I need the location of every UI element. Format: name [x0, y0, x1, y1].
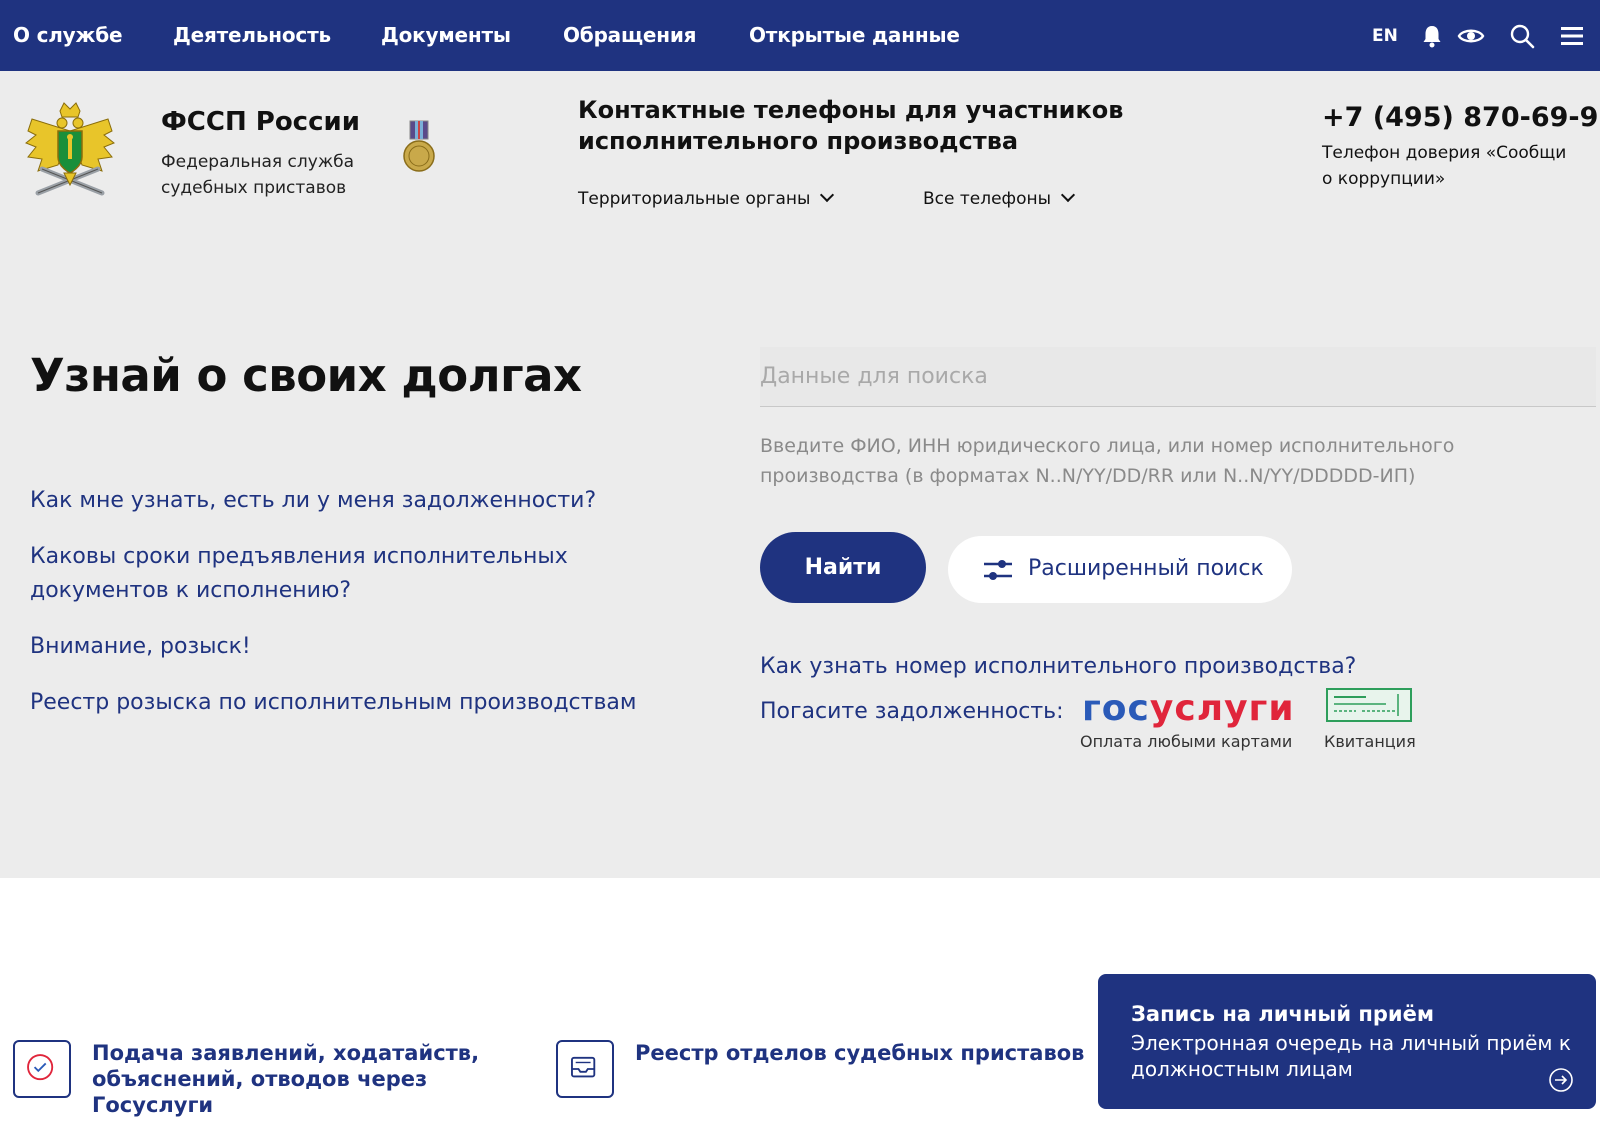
hotline-phone[interactable]: +7 (495) 870-69-96: [1322, 102, 1600, 133]
nav-item-documents[interactable]: Документы: [381, 22, 511, 48]
fssp-emblem-icon[interactable]: [22, 101, 118, 203]
receipt-icon: [1326, 688, 1412, 722]
chevron-down-icon: [1060, 187, 1076, 203]
search-hint: Введите ФИО, ИНН юридического лица, или …: [760, 435, 1455, 487]
gosuslugi-petitions-icon: [13, 1040, 71, 1098]
gosuslugi-logo: госуслуги: [1082, 688, 1295, 729]
chevron-down-icon: [820, 187, 835, 203]
receipt-payment-link[interactable]: Квитанция: [1324, 688, 1424, 770]
appointment-title: Запись на личный приём: [1131, 1002, 1435, 1026]
territorial-bodies-dropdown[interactable]: Территориальные органы: [578, 187, 835, 209]
debt-search-section: Узнай о своих долгах Как мне узнать, ест…: [0, 241, 1600, 878]
page-title: Узнай о своих долгах: [30, 349, 582, 402]
org-name[interactable]: ФССП России: [161, 107, 360, 137]
nav-item-activity[interactable]: Деятельность: [173, 22, 331, 48]
medal-icon: [403, 120, 435, 172]
advanced-search-label: Расширенный поиск: [1028, 556, 1264, 581]
arrow-right-circle-icon: [1549, 1068, 1573, 1092]
find-button[interactable]: Найти: [760, 532, 926, 603]
org-subtitle: Федеральная служба судебных приставов: [161, 152, 355, 198]
search-icon[interactable]: [1508, 22, 1536, 50]
territorial-bodies-label: Территориальные органы: [578, 189, 811, 209]
site-header: ФССП России Федеральная служба судебных …: [0, 71, 1600, 241]
bailiff-departments-registry-label: Реестр отделов судебных приставов: [635, 1041, 1085, 1065]
inbox-icon: [556, 1040, 614, 1098]
eye-icon[interactable]: [1457, 22, 1485, 50]
appointment-description: Электронная очередь на личный приём к до…: [1131, 1031, 1571, 1081]
search-input[interactable]: [760, 347, 1596, 407]
receipt-caption: Квитанция: [1324, 732, 1416, 751]
gosuslugi-petitions-label: Подача заявлений, ходатайств, объяснений…: [92, 1041, 480, 1117]
nav-item-appeals[interactable]: Обращения: [563, 22, 697, 48]
contact-phones-title[interactable]: Контактные телефоны для участников испол…: [578, 95, 1138, 157]
faq-link-wanted[interactable]: Внимание, розыск!: [30, 630, 670, 664]
how-to-find-number-link[interactable]: Как узнать номер исполнительного произво…: [760, 654, 1356, 679]
advanced-search-button[interactable]: Расширенный поиск: [948, 536, 1292, 603]
gosuslugi-payment-link[interactable]: госуслуги Оплата любыми картами: [1080, 688, 1294, 770]
gosuslugi-caption: Оплата любыми картами: [1080, 732, 1293, 751]
pay-debt-label: Погасите задолженность:: [760, 699, 1064, 724]
nav-item-open-data[interactable]: Открытые данные: [749, 22, 960, 48]
language-switch[interactable]: EN: [1372, 26, 1398, 46]
all-phones-label: Все телефоны: [923, 189, 1052, 209]
top-navigation: О службе Деятельность Документы Обращени…: [0, 0, 1600, 71]
appointment-card[interactable]: Запись на личный приём Электронная очере…: [1098, 974, 1596, 1109]
menu-icon[interactable]: [1558, 22, 1586, 50]
all-phones-dropdown[interactable]: Все телефоны: [923, 187, 1076, 209]
filter-sliders-icon: [984, 560, 1012, 580]
nav-item-about[interactable]: О службе: [13, 22, 123, 48]
faq-link-wanted-registry[interactable]: Реестр розыска по исполнительным произво…: [30, 686, 670, 720]
faq-link-deadlines[interactable]: Каковы сроки предъявления исполнительных…: [30, 540, 590, 608]
bell-icon[interactable]: [1418, 22, 1446, 50]
faq-link-check-debts[interactable]: Как мне узнать, есть ли у меня задолженн…: [30, 484, 670, 518]
hotline-subtitle: Телефон доверия «Сообщи о коррупции»: [1322, 143, 1567, 189]
